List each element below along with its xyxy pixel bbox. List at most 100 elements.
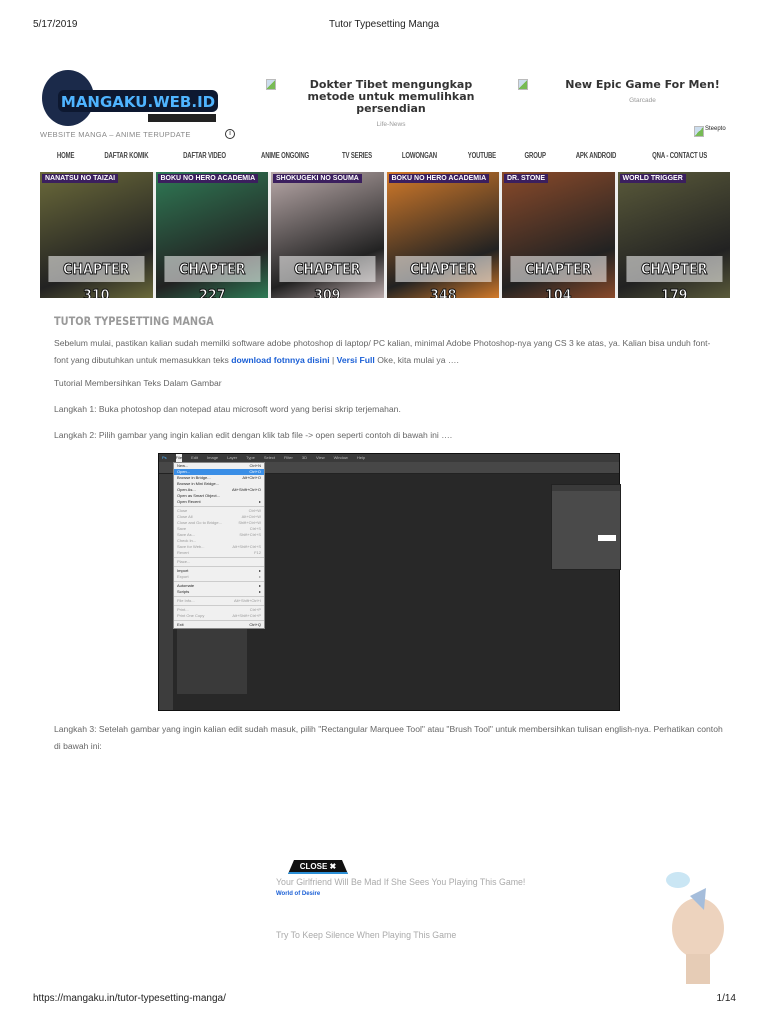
series-label: NANATSU NO TAIZAI [42, 174, 119, 183]
ad-top-1[interactable]: Dokter Tibet mengungkap metode untuk mem… [300, 78, 482, 129]
ad-top-2[interactable]: New Epic Game For Men! Gtarcade [560, 78, 725, 105]
menu-item-label: Open Recent [177, 499, 201, 504]
menu-item-shortcut: Alt+Shift+Ctrl+I [233, 598, 261, 603]
broken-image-icon [266, 79, 276, 90]
nav-tv-series[interactable]: TV SERIES [342, 151, 372, 160]
menu-item-shortcut: ▸ [258, 589, 261, 594]
banner-panel[interactable]: BOKU NO HERO ACADEMIA CHAPTER 227 [155, 172, 268, 298]
site-logo[interactable]: MANGAKU.WEB.ID [38, 68, 223, 132]
chapter-label: CHAPTER 227 [163, 256, 260, 298]
ps-menubar-item: Ps [162, 455, 167, 460]
print-page-number: 1/14 [716, 993, 736, 1004]
menu-separator [174, 605, 264, 606]
nav-daftar-video[interactable]: DAFTAR VIDEO [183, 151, 226, 160]
ps-menu-item: Export ▸ [174, 574, 264, 580]
broken-image-icon [694, 126, 704, 137]
download-font-link[interactable]: download fotnnya disini [231, 355, 329, 365]
intro-text: Oke, kita mulai ya …. [374, 355, 459, 365]
chapter-label: CHAPTER 309 [279, 256, 376, 298]
menu-item-shortcut: Shift+Ctrl+S [239, 532, 261, 537]
menu-separator [174, 506, 264, 507]
menu-item-shortcut: Alt+Ctrl+O [242, 475, 261, 480]
side-ad-image[interactable]: Steepto [694, 126, 726, 137]
chapter-label: CHAPTER 310 [48, 256, 145, 298]
print-url: https://mangaku.in/tutor-typesetting-man… [33, 993, 226, 1004]
ad-source: Life-News [376, 121, 406, 128]
series-label: SHOKUGEKI NO SOUMA [273, 174, 362, 183]
menu-item-shortcut: Alt+Shift+Ctrl+O [231, 487, 261, 492]
ps-menu-item: Place... [174, 559, 264, 565]
ps-menu-item: Open Recent ▸ [174, 499, 264, 505]
menu-item-shortcut: ▸ [258, 499, 261, 504]
print-title: Tutor Typesetting Manga [328, 19, 440, 30]
ps-menubar-item: Edit [191, 455, 199, 460]
ps-menubar-item: Help [356, 455, 366, 460]
info-icon[interactable]: i [225, 129, 235, 139]
broken-image-icon [518, 79, 528, 90]
ps-menu-item: Exit Ctrl+Q [174, 622, 264, 628]
menu-separator [174, 620, 264, 621]
article-title: TUTOR TYPESETTING MANGA [54, 314, 214, 328]
menu-item-shortcut: F12 [254, 550, 261, 555]
ps-menubar: Ps File Edit Image Layer Type Select Filter 3D Vi… [159, 454, 619, 462]
nav-group[interactable]: GROUP [524, 151, 545, 160]
series-label: BOKU NO HERO ACADEMIA [157, 174, 259, 183]
ps-menubar-item: Image [207, 455, 219, 460]
menu-item-shortcut: Alt+Shift+Ctrl+P [232, 613, 261, 618]
ad-source: Gtarcade [629, 97, 656, 104]
ad-bottom-2[interactable]: Try To Keep Silence When Playing This Ga… [276, 930, 456, 940]
ps-menubar-item: Window [333, 455, 348, 460]
ps-menubar-item: Type [246, 455, 255, 460]
ps-menu-item: Revert F12 [174, 550, 264, 556]
series-label: BOKU NO HERO ACADEMIA [388, 174, 490, 183]
step-3: Langkah 3: Setelah gambar yang ingin kal… [54, 724, 723, 751]
ps-menubar-item: Filter [283, 455, 293, 460]
menu-item-label: Print One Copy [177, 613, 205, 618]
nav-home[interactable]: HOME [57, 151, 75, 160]
nav-lowongan[interactable]: LOWONGAN [402, 151, 437, 160]
nav-daftar-komik[interactable]: DAFTAR KOMIK [104, 151, 148, 160]
article-intro: Sebelum mulai, pastikan kalian sudah mem… [54, 335, 724, 369]
close-ad-button[interactable]: CLOSE ✖ [288, 860, 348, 874]
nav-apk-android[interactable]: APK ANDROID [576, 151, 617, 160]
separator: | [329, 355, 337, 365]
manga-banner-slider: NANATSU NO TAIZAI CHAPTER 310 BOKU NO HERO… [40, 172, 730, 298]
menu-separator [174, 557, 264, 558]
ad-title: New Epic Game For Men! [565, 78, 720, 91]
chapter-label: CHAPTER 104 [510, 256, 607, 298]
character-ad-image[interactable] [660, 866, 732, 990]
chapter-label: CHAPTER 179 [625, 256, 722, 298]
banner-panel[interactable]: NANATSU NO TAIZAI CHAPTER 310 [40, 172, 153, 298]
chapter-label: CHAPTER 348 [394, 256, 491, 298]
menu-item-label: File Info... [177, 598, 195, 603]
banner-panel[interactable]: SHOKUGEKI NO SOUMA CHAPTER 309 [271, 172, 384, 298]
logo-text: MANGAKU.WEB.ID [61, 93, 215, 111]
ps-menubar-item: Select [263, 455, 275, 460]
menu-item-label: Scripts [177, 589, 190, 594]
nav-youtube[interactable]: YOUTUBE [468, 151, 496, 160]
banner-panel[interactable]: DR. STONE CHAPTER 104 [502, 172, 615, 298]
menu-item-shortcut: ▸ [258, 574, 261, 579]
ad-bottom-1[interactable]: Your Girlfriend Will Be Mad If She Sees … [276, 877, 525, 887]
main-nav: HOME DAFTAR KOMIK DAFTAR VIDEO ANIME ONG… [40, 151, 730, 160]
ad-title: Dokter Tibet mengungkap metode untuk mem… [307, 78, 475, 115]
nav-qna-contact[interactable]: QNA - CONTACT US [652, 151, 707, 160]
menu-item-shortcut: Ctrl+Q [249, 622, 261, 627]
ps-menubar-item: File [175, 454, 183, 462]
ps-menu-item: Scripts ▸ [174, 589, 264, 595]
ps-menu-item: Print One Copy Alt+Shift+Ctrl+P [174, 613, 264, 619]
full-version-link[interactable]: Versi Full [337, 355, 375, 365]
banner-panel[interactable]: BOKU NO HERO ACADEMIA CHAPTER 348 [386, 172, 499, 298]
menu-item-label: Export [177, 574, 189, 579]
menu-item-label: Revert [177, 550, 189, 555]
step-1: Langkah 1: Buka photoshop dan notepad at… [54, 404, 401, 414]
ps-toolbar [159, 474, 173, 710]
article-subtitle: Tutorial Membersihkan Teks Dalam Gambar [54, 378, 222, 388]
series-label: DR. STONE [504, 174, 548, 183]
ps-character-panel [551, 484, 621, 570]
ad-bottom-1-source[interactable]: World of Desire [276, 891, 320, 897]
site-tagline: WEBSITE MANGA – ANIME TERUPDATE [40, 130, 191, 139]
ps-menu-item: File Info... Alt+Shift+Ctrl+I [174, 598, 264, 604]
banner-panel[interactable]: WORLD TRIGGER CHAPTER 179 [617, 172, 730, 298]
nav-anime-ongoing[interactable]: ANIME ONGOING [261, 151, 309, 160]
